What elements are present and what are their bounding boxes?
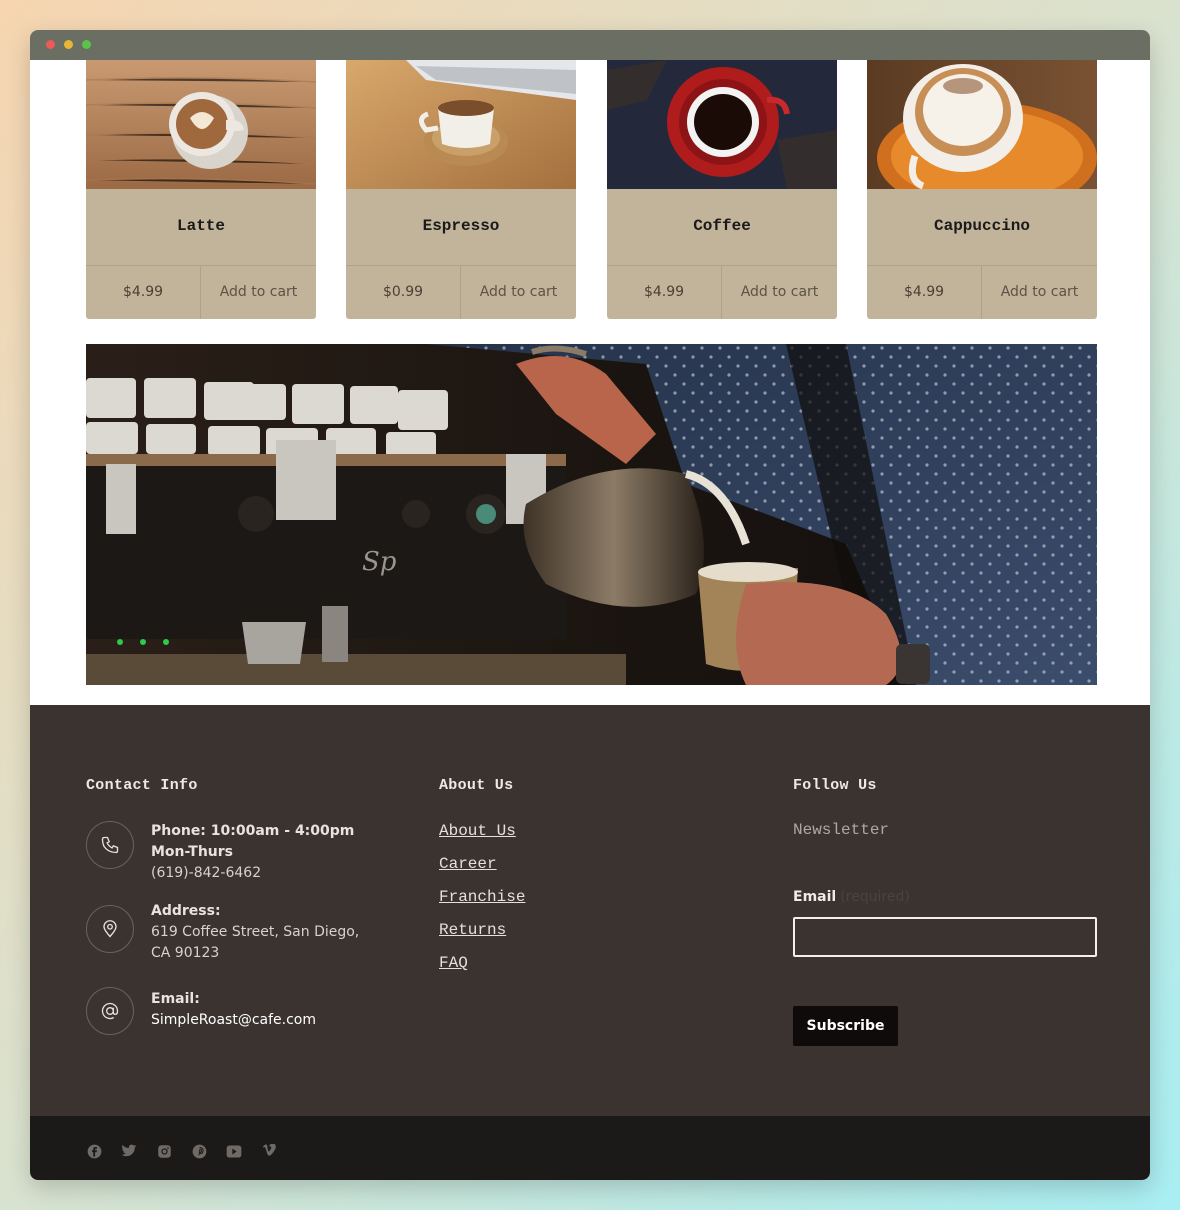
required-indicator: (required) [840,889,910,905]
location-pin-icon [86,905,134,953]
contact-email: Email: SimpleRoast@cafe.com [86,987,386,1047]
barista-hero-image: Sp [86,344,1097,685]
phone-icon [86,821,134,869]
product-card-espresso: Espresso $0.99 Add to cart [346,60,576,319]
email-label: Email: [151,991,200,1007]
product-name: Cappuccino [933,217,1030,235]
product-footer: $0.99 Add to cart [346,265,576,319]
pinterest-icon[interactable] [191,1143,207,1159]
about-heading: About Us [439,777,514,794]
product-card-latte: Latte $4.99 Add to cart [86,60,316,319]
product-price: $4.99 [867,266,982,319]
address-value: 619 Coffee Street, San Diego, CA 90123 [151,924,360,961]
product-name: Coffee [693,217,751,235]
twitter-icon[interactable] [121,1143,137,1159]
contact-address: Address: 619 Coffee Street, San Diego, C… [86,901,386,971]
social-bar [30,1116,1150,1180]
product-image-coffee[interactable] [607,60,837,189]
subscribe-button[interactable]: Subscribe [793,1006,898,1046]
add-to-cart-button[interactable]: Add to cart [201,266,316,319]
product-name: Espresso [422,217,500,235]
at-sign-icon [86,987,134,1035]
follow-heading: Follow Us [793,777,877,794]
email-field-label-text: Email [793,889,837,905]
product-footer: $4.99 Add to cart [607,265,837,319]
browser-window: Latte $4.99 Add to cart Espresso $0.99 A… [30,30,1150,1180]
add-to-cart-button[interactable]: Add to cart [982,266,1097,319]
product-image-espresso[interactable] [346,60,576,189]
add-to-cart-button[interactable]: Add to cart [722,266,837,319]
product-price: $0.99 [346,266,461,319]
link-about-us[interactable]: About Us [439,821,525,854]
youtube-icon[interactable] [226,1143,242,1159]
facebook-icon[interactable] [86,1143,102,1159]
link-returns[interactable]: Returns [439,920,525,953]
about-column: About Us About Us Career Franchise Retur… [439,777,739,972]
product-card-cappuccino: Cappuccino $4.99 Add to cart [867,60,1097,319]
product-footer: $4.99 Add to cart [86,265,316,319]
zoom-window-button[interactable] [82,40,91,49]
close-window-button[interactable] [46,40,55,49]
product-card-coffee: Coffee $4.99 Add to cart [607,60,837,319]
link-career[interactable]: Career [439,854,525,887]
vimeo-icon[interactable] [261,1143,277,1159]
instagram-icon[interactable] [156,1143,172,1159]
newsletter-heading: Newsletter [793,821,890,839]
email-field-label: Email (required) [793,889,910,905]
address-label: Address: [151,903,221,919]
newsletter-email-input[interactable] [793,917,1097,957]
contact-phone: Phone: 10:00am - 4:00pm Mon-Thurs (619)-… [86,821,386,891]
phone-label: Phone: 10:00am - 4:00pm Mon-Thurs [151,823,355,860]
product-price: $4.99 [607,266,722,319]
product-name: Latte [176,217,225,235]
product-price: $4.99 [86,266,201,319]
email-value[interactable]: SimpleRoast@cafe.com [151,1010,381,1031]
contact-heading: Contact Info [86,777,198,794]
add-to-cart-button[interactable]: Add to cart [461,266,576,319]
product-grid: Latte $4.99 Add to cart Espresso $0.99 A… [86,60,1098,320]
minimize-window-button[interactable] [64,40,73,49]
follow-column: Follow Us Newsletter Email (required) Sub… [793,777,1103,1046]
main-content: Latte $4.99 Add to cart Espresso $0.99 A… [30,60,1150,705]
svg-text:Sp: Sp [362,547,397,577]
contact-column: Contact Info Phone: 10:00am - 4:00pm Mon… [86,777,406,1035]
product-image-cappuccino[interactable] [867,60,1097,189]
site-footer: Contact Info Phone: 10:00am - 4:00pm Mon… [30,705,1150,1116]
window-titlebar [30,30,1150,60]
social-icons [86,1143,277,1159]
product-image-latte[interactable] [86,60,316,189]
link-franchise[interactable]: Franchise [439,887,525,920]
link-faq[interactable]: FAQ [439,953,525,986]
phone-value[interactable]: (619)-842-6462 [151,863,381,884]
about-links: About Us Career Franchise Returns FAQ [439,821,525,986]
product-footer: $4.99 Add to cart [867,265,1097,319]
